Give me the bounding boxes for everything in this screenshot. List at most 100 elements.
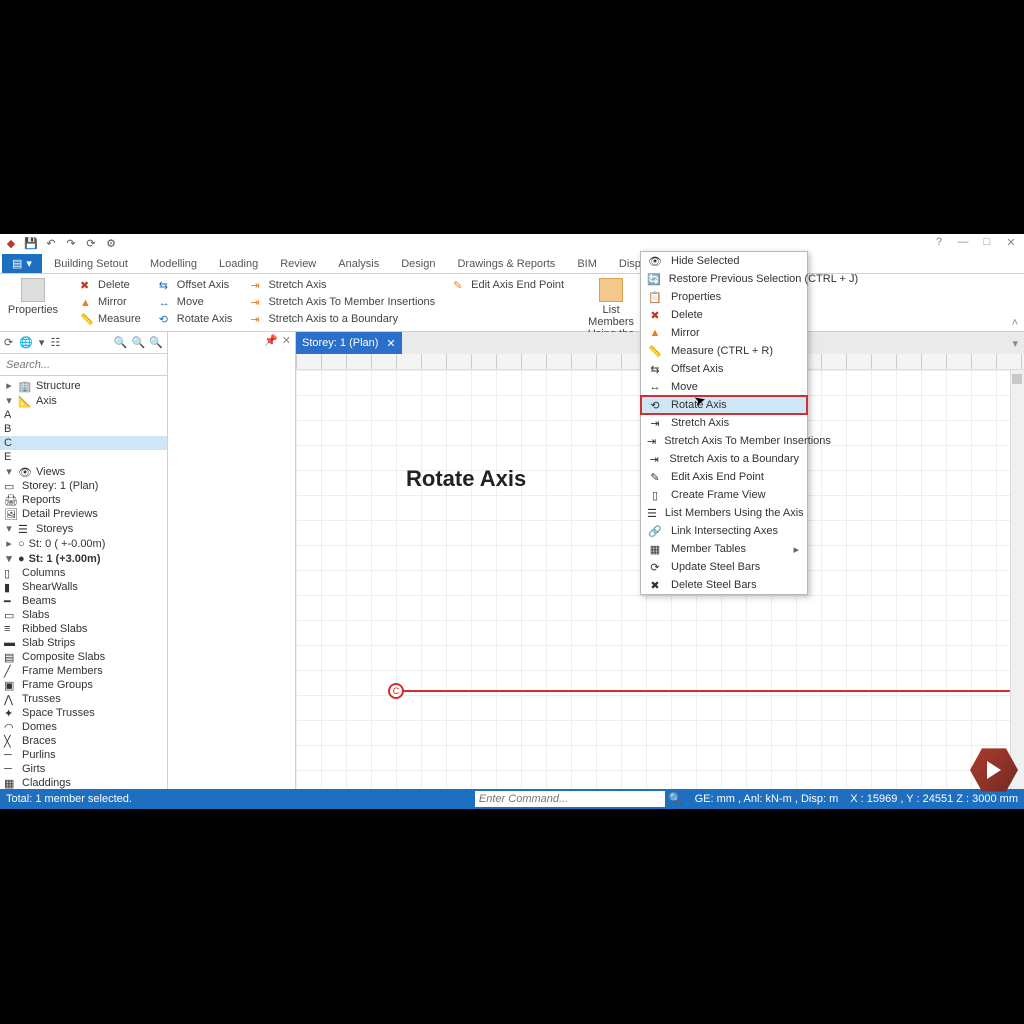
ctx-list-members[interactable]: ☰List Members Using the Axis bbox=[641, 504, 807, 522]
vertical-scrollbar[interactable] bbox=[1010, 370, 1024, 789]
node-reports[interactable]: 🖨Reports bbox=[0, 493, 167, 507]
node-purlins[interactable]: ─Purlins bbox=[0, 748, 167, 762]
node-domes[interactable]: ◠Domes bbox=[0, 720, 167, 734]
panel-globe-icon[interactable]: 🌐 bbox=[19, 336, 33, 349]
node-claddings[interactable]: ▦Claddings bbox=[0, 776, 167, 789]
ctx-update-steel[interactable]: ⟳Update Steel Bars bbox=[641, 558, 807, 576]
ctx-member-tables[interactable]: ▦Member Tables▸ bbox=[641, 540, 807, 558]
ctx-restore-selection[interactable]: 🔄Restore Previous Selection (CTRL + J) bbox=[641, 270, 807, 288]
panel-tree-icon[interactable]: ☷ bbox=[50, 336, 60, 349]
node-shearwalls[interactable]: ▮ShearWalls bbox=[0, 580, 167, 594]
offset-axis-button[interactable]: ⇆Offset Axis bbox=[159, 278, 233, 293]
node-a[interactable]: A bbox=[0, 408, 167, 422]
panel-dropdown-icon[interactable]: ▾ bbox=[39, 336, 45, 349]
node-storey1-plan[interactable]: ▭Storey: 1 (Plan) bbox=[0, 479, 167, 493]
undo-icon[interactable]: ↶ bbox=[44, 236, 58, 250]
node-slabs[interactable]: ▭Slabs bbox=[0, 608, 167, 622]
node-e[interactable]: E bbox=[0, 450, 167, 464]
ctx-mirror[interactable]: ▲Mirror bbox=[641, 324, 807, 342]
zoom-fit-icon[interactable]: 🔍 bbox=[149, 336, 163, 349]
node-st1[interactable]: ▾●St: 1 (+3.00m) bbox=[0, 551, 167, 566]
zoom-out-icon[interactable]: 🔍 bbox=[132, 336, 146, 349]
zoom-in-icon[interactable]: 🔍 bbox=[114, 336, 128, 349]
maximize-icon[interactable]: □ bbox=[978, 236, 996, 249]
tab-analysis[interactable]: Analysis bbox=[328, 255, 389, 273]
command-input[interactable] bbox=[475, 791, 665, 807]
context-menu[interactable]: 👁Hide Selected 🔄Restore Previous Selecti… bbox=[640, 251, 808, 595]
close-icon[interactable]: ✕ bbox=[1002, 236, 1020, 249]
ctx-hide-selected[interactable]: 👁Hide Selected bbox=[641, 252, 807, 270]
node-frame-groups[interactable]: ▣Frame Groups bbox=[0, 678, 167, 692]
search-input[interactable] bbox=[0, 354, 167, 375]
stretch-axis-button[interactable]: ⇥Stretch Axis bbox=[250, 278, 435, 293]
command-box[interactable]: 🔍 bbox=[475, 791, 683, 807]
tab-close-icon[interactable]: ✕ bbox=[386, 337, 395, 350]
node-b[interactable]: B bbox=[0, 422, 167, 436]
panel-refresh-icon[interactable]: ⟳ bbox=[4, 336, 13, 349]
node-st0[interactable]: ▸○St: 0 ( +-0.00m) bbox=[0, 536, 167, 551]
node-c[interactable]: C bbox=[0, 436, 167, 450]
stretch-to-member-button[interactable]: ⇥Stretch Axis To Member Insertions bbox=[250, 295, 435, 310]
measure-button[interactable]: 📏Measure bbox=[80, 312, 141, 327]
scrollbar-thumb[interactable] bbox=[1012, 374, 1022, 384]
node-frame-members[interactable]: ╱Frame Members bbox=[0, 664, 167, 678]
tab-bim[interactable]: BIM bbox=[567, 255, 607, 273]
ctx-link-axes[interactable]: 🔗Link Intersecting Axes bbox=[641, 522, 807, 540]
ctx-offset-axis[interactable]: ⇆Offset Axis bbox=[641, 360, 807, 378]
edit-endpoint-button[interactable]: ✎Edit Axis End Point bbox=[453, 278, 564, 293]
ctx-rotate-axis[interactable]: ⟲Rotate Axis bbox=[641, 396, 807, 414]
ctx-measure[interactable]: 📏Measure (CTRL + R) bbox=[641, 342, 807, 360]
tab-building-setout[interactable]: Building Setout bbox=[44, 255, 138, 273]
save-icon[interactable]: 💾 bbox=[24, 236, 38, 250]
help-icon[interactable]: ? bbox=[930, 236, 948, 249]
search-icon[interactable]: 🔍 bbox=[669, 793, 683, 805]
node-detail-previews[interactable]: 🖼Detail Previews bbox=[0, 507, 167, 521]
settings-icon[interactable]: ⚙ bbox=[104, 236, 118, 250]
node-storeys[interactable]: ▾☰Storeys bbox=[0, 521, 167, 536]
move-button[interactable]: ↔Move bbox=[159, 295, 233, 310]
mirror-button[interactable]: ▲Mirror bbox=[80, 295, 141, 310]
ctx-delete-steel[interactable]: ✖Delete Steel Bars bbox=[641, 576, 807, 594]
node-columns[interactable]: ▯Columns bbox=[0, 566, 167, 580]
node-beams[interactable]: ━Beams bbox=[0, 594, 167, 608]
minimize-icon[interactable]: — bbox=[954, 236, 972, 249]
file-menu-button[interactable]: ▤ ▾ bbox=[2, 254, 42, 273]
delete-button[interactable]: ✖Delete bbox=[80, 278, 141, 293]
node-slab-strips[interactable]: ▬Slab Strips bbox=[0, 636, 167, 650]
view-dropdown-icon[interactable]: ▾ bbox=[1012, 337, 1024, 350]
dock-close-icon[interactable]: ✕ bbox=[282, 334, 291, 347]
node-composite-slabs[interactable]: ▤Composite Slabs bbox=[0, 650, 167, 664]
ctx-create-frame-view[interactable]: ▯Create Frame View bbox=[641, 486, 807, 504]
tab-review[interactable]: Review bbox=[270, 255, 326, 273]
ctx-stretch-to-member[interactable]: ⇥Stretch Axis To Member Insertions bbox=[641, 432, 807, 450]
refresh-icon[interactable]: ⟳ bbox=[84, 236, 98, 250]
tab-loading[interactable]: Loading bbox=[209, 255, 268, 273]
structure-tree[interactable]: ▸🏢Structure ▾📐Axis A B C E ▾👁Views ▭Stor… bbox=[0, 376, 167, 789]
ctx-stretch-to-boundary[interactable]: ⇥Stretch Axis to a Boundary bbox=[641, 450, 807, 468]
stretch-to-boundary-button[interactable]: ⇥Stretch Axis to a Boundary bbox=[250, 312, 435, 327]
ctx-stretch-axis[interactable]: ⇥Stretch Axis bbox=[641, 414, 807, 432]
collapse-ribbon-icon[interactable]: ˄ bbox=[1012, 317, 1018, 329]
properties-button[interactable]: Properties bbox=[4, 278, 62, 316]
node-axis[interactable]: ▾📐Axis bbox=[0, 393, 167, 408]
ctx-properties[interactable]: 📋Properties bbox=[641, 288, 807, 306]
node-ribbed-slabs[interactable]: ≡Ribbed Slabs bbox=[0, 622, 167, 636]
pin-icon[interactable]: 📌 bbox=[264, 334, 278, 347]
ctx-edit-endpoint[interactable]: ✎Edit Axis End Point bbox=[641, 468, 807, 486]
ctx-move[interactable]: ↔Move bbox=[641, 378, 807, 396]
node-structure[interactable]: ▸🏢Structure bbox=[0, 378, 167, 393]
search-box[interactable] bbox=[0, 354, 167, 376]
node-space-trusses[interactable]: ✦Space Trusses bbox=[0, 706, 167, 720]
node-views[interactable]: ▾👁Views bbox=[0, 464, 167, 479]
ctx-delete[interactable]: ✖Delete bbox=[641, 306, 807, 324]
axis-c-line[interactable] bbox=[396, 690, 1024, 692]
node-girts[interactable]: ─Girts bbox=[0, 762, 167, 776]
node-trusses[interactable]: ⋀Trusses bbox=[0, 692, 167, 706]
redo-icon[interactable]: ↷ bbox=[64, 236, 78, 250]
tab-drawings-reports[interactable]: Drawings & Reports bbox=[447, 255, 565, 273]
document-tab[interactable]: Storey: 1 (Plan)✕ bbox=[296, 332, 402, 354]
rotate-axis-button[interactable]: ⟲Rotate Axis bbox=[159, 312, 233, 327]
axis-c-bubble-left[interactable]: C bbox=[388, 683, 404, 699]
node-braces[interactable]: ╳Braces bbox=[0, 734, 167, 748]
tab-design[interactable]: Design bbox=[391, 255, 445, 273]
